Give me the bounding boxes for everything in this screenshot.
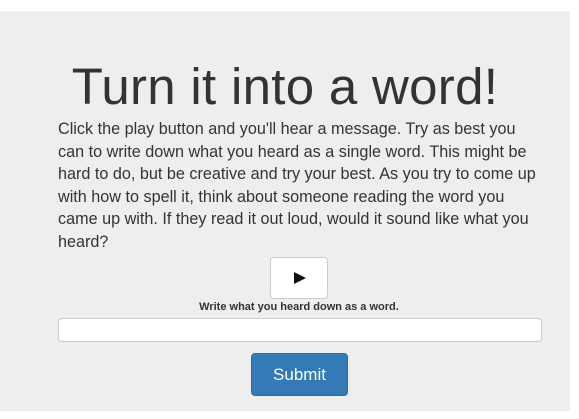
word-input[interactable]	[58, 318, 542, 342]
instructions-text: Click the play button and you'll hear a …	[58, 120, 536, 251]
play-button[interactable]	[270, 257, 328, 299]
word-field-label: Write what you heard down as a word.	[199, 301, 399, 313]
page-title: Turn it into a word!	[71, 58, 499, 115]
main-panel: Turn it into a word! Click the play butt…	[0, 11, 570, 411]
play-icon	[294, 272, 306, 284]
submit-button[interactable]: Submit	[251, 353, 348, 396]
